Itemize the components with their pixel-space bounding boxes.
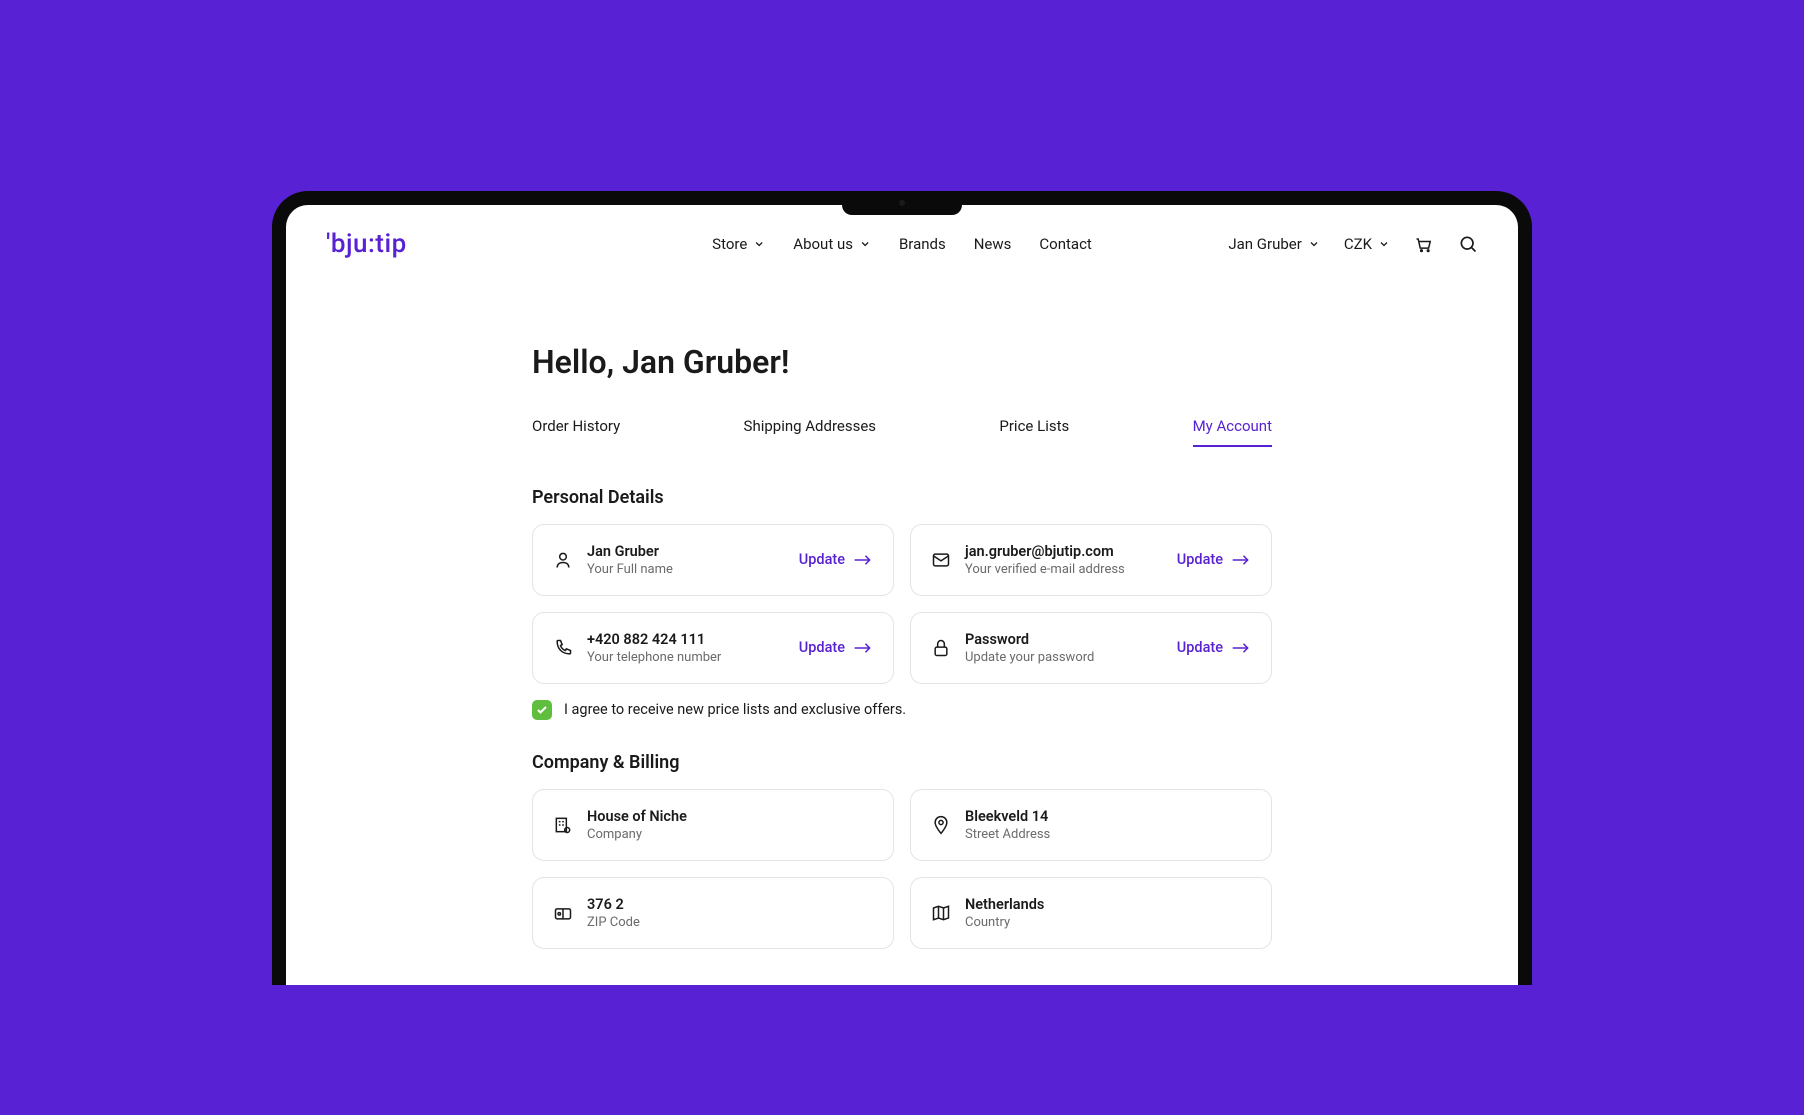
- card-phone: +420 882 424 111 Your telephone number U…: [532, 612, 894, 684]
- card-content: Jan Gruber Your Full name: [587, 543, 785, 577]
- currency-label: CZK: [1344, 235, 1372, 253]
- nav-news[interactable]: News: [974, 235, 1012, 253]
- consent-checkbox[interactable]: [532, 700, 552, 720]
- nav-store-label: Store: [712, 235, 747, 253]
- tab-price-lists[interactable]: Price Lists: [999, 417, 1069, 447]
- tab-my-account[interactable]: My Account: [1193, 417, 1272, 447]
- card-content: +420 882 424 111 Your telephone number: [587, 631, 785, 665]
- account-tabs: Order History Shipping Addresses Price L…: [532, 417, 1272, 447]
- card-content: Netherlands Country: [965, 896, 1251, 930]
- email-value: jan.gruber@bjutip.com: [965, 543, 1163, 560]
- company-label: Company: [587, 827, 873, 842]
- building-icon: [553, 815, 573, 835]
- personal-details-title: Personal Details: [532, 487, 1272, 508]
- nav-brands[interactable]: Brands: [899, 235, 946, 253]
- phone-value: +420 882 424 111: [587, 631, 785, 648]
- user-menu[interactable]: Jan Gruber: [1228, 235, 1319, 253]
- update-email-button[interactable]: Update: [1177, 551, 1251, 568]
- header: 'bju:tip Store About us Brands News Con: [286, 205, 1518, 283]
- chevron-down-icon: [1308, 238, 1320, 250]
- arrow-right-icon: [853, 553, 873, 567]
- email-label: Your verified e-mail address: [965, 562, 1163, 577]
- cart-icon[interactable]: [1414, 234, 1434, 254]
- nav-store[interactable]: Store: [712, 235, 765, 253]
- user-name: Jan Gruber: [1228, 235, 1301, 253]
- card-content: House of Niche Company: [587, 808, 873, 842]
- update-label: Update: [799, 551, 845, 568]
- person-icon: [553, 550, 573, 570]
- search-icon[interactable]: [1458, 234, 1478, 254]
- chevron-down-icon: [753, 238, 765, 250]
- full-name-label: Your Full name: [587, 562, 785, 577]
- logo[interactable]: 'bju:tip: [326, 229, 407, 259]
- tab-shipping-addresses[interactable]: Shipping Addresses: [744, 417, 877, 447]
- card-country: Netherlands Country: [910, 877, 1272, 949]
- street-value: Bleekveld 14: [965, 808, 1251, 825]
- company-value: House of Niche: [587, 808, 873, 825]
- card-content: Password Update your password: [965, 631, 1163, 665]
- nav-news-label: News: [974, 235, 1012, 253]
- update-phone-button[interactable]: Update: [799, 639, 873, 656]
- card-content: 376 2 ZIP Code: [587, 896, 873, 930]
- check-icon: [536, 704, 548, 716]
- screen: 'bju:tip Store About us Brands News Con: [286, 205, 1518, 985]
- personal-details-grid: Jan Gruber Your Full name Update: [532, 524, 1272, 684]
- card-zip: 376 2 ZIP Code: [532, 877, 894, 949]
- update-label: Update: [1177, 639, 1223, 656]
- update-label: Update: [1177, 551, 1223, 568]
- main-content: Hello, Jan Gruber! Order History Shippin…: [532, 283, 1272, 949]
- nav-about-us[interactable]: About us: [793, 235, 871, 253]
- arrow-right-icon: [1231, 553, 1251, 567]
- card-email: jan.gruber@bjutip.com Your verified e-ma…: [910, 524, 1272, 596]
- consent-row: I agree to receive new price lists and e…: [532, 700, 1272, 720]
- device-frame: 'bju:tip Store About us Brands News Con: [272, 191, 1532, 985]
- country-value: Netherlands: [965, 896, 1251, 913]
- zip-value: 376 2: [587, 896, 873, 913]
- chevron-down-icon: [1378, 238, 1390, 250]
- password-value: Password: [965, 631, 1163, 648]
- company-billing-title: Company & Billing: [532, 752, 1272, 773]
- device-notch: [842, 191, 962, 215]
- tab-order-history[interactable]: Order History: [532, 417, 620, 447]
- card-content: Bleekveld 14 Street Address: [965, 808, 1251, 842]
- update-label: Update: [799, 639, 845, 656]
- currency-selector[interactable]: CZK: [1344, 235, 1390, 253]
- map-pin-icon: [931, 815, 951, 835]
- update-full-name-button[interactable]: Update: [799, 551, 873, 568]
- update-password-button[interactable]: Update: [1177, 639, 1251, 656]
- chevron-down-icon: [859, 238, 871, 250]
- zip-label: ZIP Code: [587, 915, 873, 930]
- phone-label: Your telephone number: [587, 650, 785, 665]
- main-nav: Store About us Brands News Contact: [712, 235, 1092, 253]
- card-full-name: Jan Gruber Your Full name Update: [532, 524, 894, 596]
- mailbox-icon: [553, 903, 573, 923]
- card-content: jan.gruber@bjutip.com Your verified e-ma…: [965, 543, 1163, 577]
- arrow-right-icon: [853, 641, 873, 655]
- lock-icon: [931, 638, 951, 658]
- nav-contact[interactable]: Contact: [1039, 235, 1091, 253]
- nav-contact-label: Contact: [1039, 235, 1091, 253]
- nav-brands-label: Brands: [899, 235, 946, 253]
- arrow-right-icon: [1231, 641, 1251, 655]
- company-billing-grid: House of Niche Company Bleekveld 14 Stre…: [532, 789, 1272, 949]
- country-label: Country: [965, 915, 1251, 930]
- map-icon: [931, 903, 951, 923]
- street-label: Street Address: [965, 827, 1251, 842]
- full-name-value: Jan Gruber: [587, 543, 785, 560]
- card-password: Password Update your password Update: [910, 612, 1272, 684]
- user-nav: Jan Gruber CZK: [1228, 234, 1478, 254]
- consent-label: I agree to receive new price lists and e…: [564, 701, 906, 718]
- nav-about-us-label: About us: [793, 235, 853, 253]
- phone-icon: [553, 638, 573, 658]
- card-street: Bleekveld 14 Street Address: [910, 789, 1272, 861]
- page-title: Hello, Jan Gruber!: [532, 343, 1272, 381]
- card-company: House of Niche Company: [532, 789, 894, 861]
- password-label: Update your password: [965, 650, 1163, 665]
- mail-icon: [931, 550, 951, 570]
